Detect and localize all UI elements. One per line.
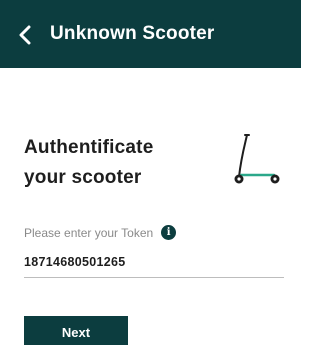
heading-line-2: your scooter bbox=[24, 167, 142, 188]
heading-line-1: Authentificate bbox=[24, 137, 154, 158]
app-header: Unknown Scooter bbox=[0, 0, 301, 68]
page-title: Unknown Scooter bbox=[50, 23, 215, 44]
token-input[interactable] bbox=[24, 252, 284, 278]
back-button[interactable] bbox=[14, 24, 36, 46]
next-button[interactable]: Next bbox=[24, 316, 128, 345]
chevron-left-icon bbox=[19, 25, 31, 45]
scooter-icon bbox=[234, 134, 280, 184]
token-label: Please enter your Token bbox=[24, 225, 154, 240]
info-icon[interactable]: i bbox=[161, 225, 177, 240]
token-label-row: Please enter your Token i bbox=[24, 225, 177, 240]
authenticate-scooter-screen: Unknown Scooter Authentificate your scoo… bbox=[0, 0, 301, 345]
authenticate-heading: Authentificate your scooter bbox=[24, 133, 204, 193]
